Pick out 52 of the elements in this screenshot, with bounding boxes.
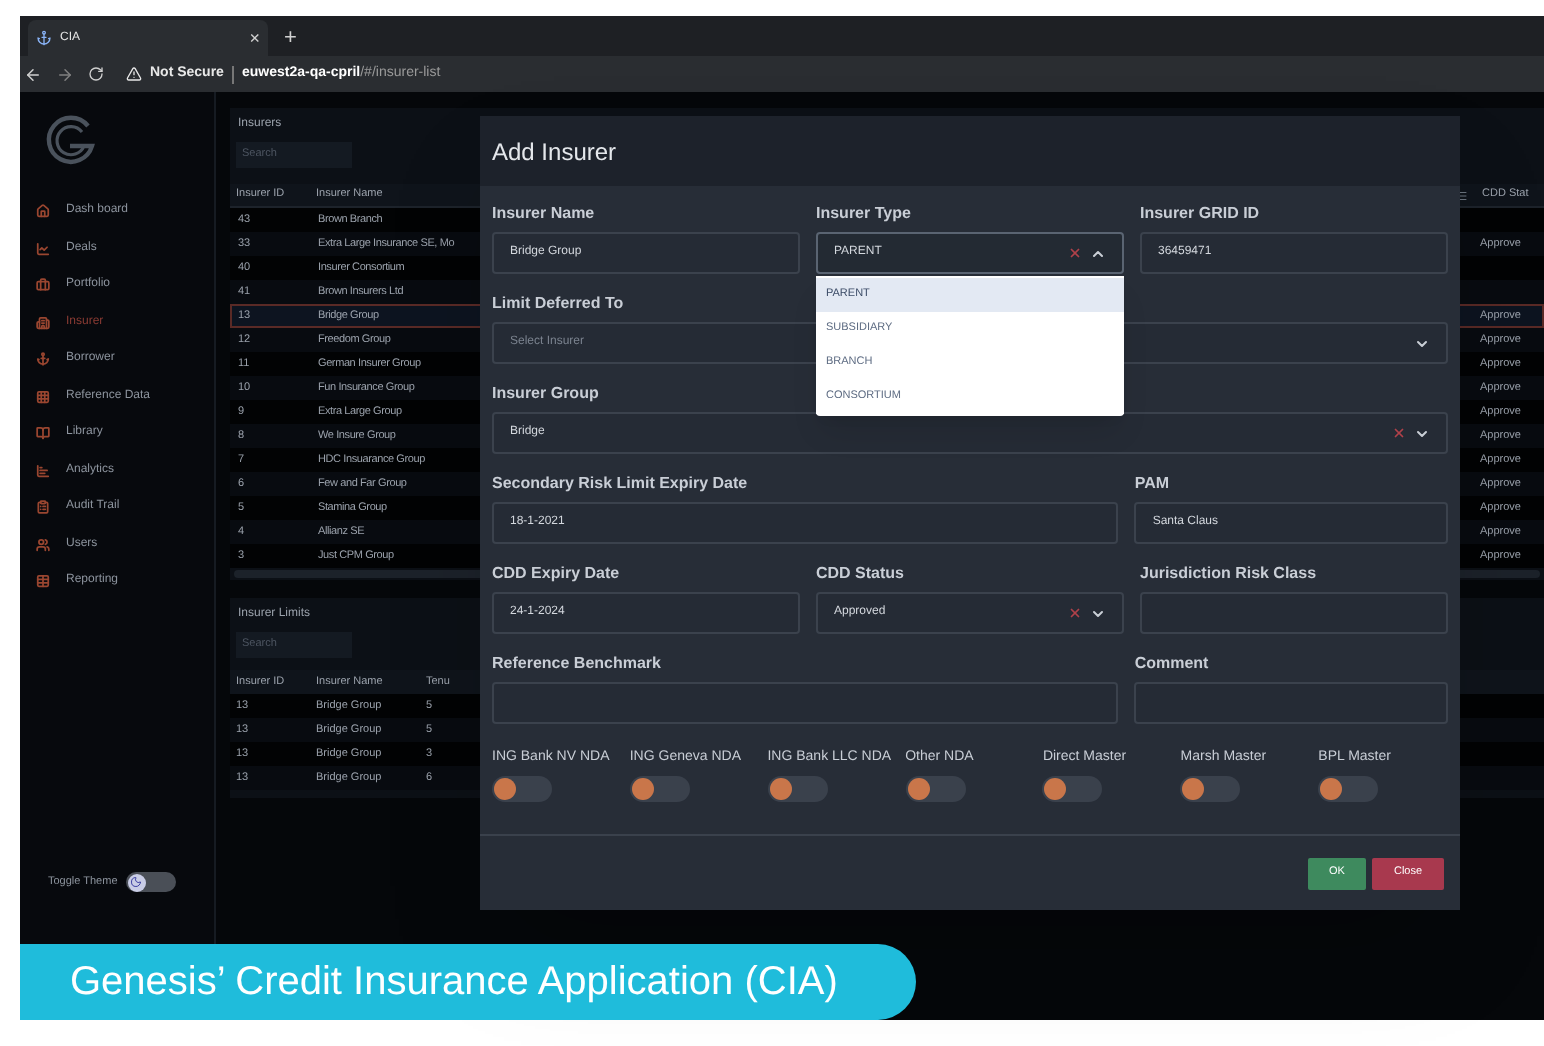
grid-icon <box>36 389 50 403</box>
input-field[interactable] <box>1140 592 1448 634</box>
chevron-down-icon[interactable] <box>1414 335 1430 351</box>
new-tab-button[interactable]: + <box>284 28 297 50</box>
field-label: Reference Benchmark <box>492 654 661 672</box>
reload-icon[interactable] <box>88 66 104 82</box>
briefcase-icon <box>36 278 50 292</box>
anchor-icon <box>36 352 50 366</box>
chart-icon <box>36 241 50 255</box>
field-label: Secondary Risk Limit Expiry Date <box>492 474 748 492</box>
theme-toggle[interactable] <box>125 872 176 892</box>
clear-icon[interactable] <box>1068 606 1082 620</box>
book-icon <box>36 426 50 440</box>
toggle-switch[interactable] <box>1180 776 1241 802</box>
dialog-title: Add Insurer <box>492 135 617 169</box>
toggle-switch[interactable] <box>629 776 690 802</box>
home-icon <box>36 204 50 218</box>
clear-icon[interactable] <box>1392 426 1406 440</box>
field-label: Insurer Name <box>492 204 595 222</box>
tab-favicon-icon <box>36 30 52 46</box>
field-label: Jurisdiction Risk Class <box>1140 564 1317 582</box>
chevron-down-icon[interactable] <box>1414 425 1430 441</box>
field-label: Insurer Group <box>492 384 599 402</box>
input-field[interactable] <box>1134 682 1448 724</box>
toggle-switch[interactable] <box>767 776 828 802</box>
toggle-switch[interactable] <box>492 776 552 802</box>
building-icon <box>36 315 50 329</box>
field-label: Comment <box>1134 654 1209 672</box>
bar-chart-icon <box>36 463 50 477</box>
tab-close-button[interactable]: × <box>249 29 260 47</box>
forward-icon[interactable] <box>56 65 74 83</box>
caption-banner: Genesis’ Credit Insurance Application (CIA) <box>20 944 916 1020</box>
clear-icon[interactable] <box>1068 246 1082 260</box>
chevron-up-icon[interactable] <box>1090 245 1106 261</box>
field-label: Insurer Type <box>816 204 911 222</box>
field-label: Insurer GRID ID <box>1140 204 1260 222</box>
field-label: CDD Status <box>816 564 905 582</box>
field-label: CDD Expiry Date <box>492 564 620 582</box>
column-menu-icon[interactable] <box>1456 189 1468 201</box>
clipboard-icon <box>36 500 50 514</box>
warning-icon <box>126 66 142 82</box>
back-icon[interactable] <box>24 65 42 83</box>
users-icon <box>36 537 50 551</box>
field-label: PAM <box>1134 474 1170 492</box>
moon-icon <box>130 876 143 888</box>
toggle-switch[interactable] <box>1042 776 1103 802</box>
table-icon <box>36 574 50 588</box>
input-field[interactable] <box>492 682 1119 724</box>
toggle-switch[interactable] <box>905 776 966 802</box>
chevron-down-icon[interactable] <box>1090 605 1106 621</box>
field-label: Limit Deferred To <box>492 294 624 312</box>
toggle-switch[interactable] <box>1318 776 1379 802</box>
